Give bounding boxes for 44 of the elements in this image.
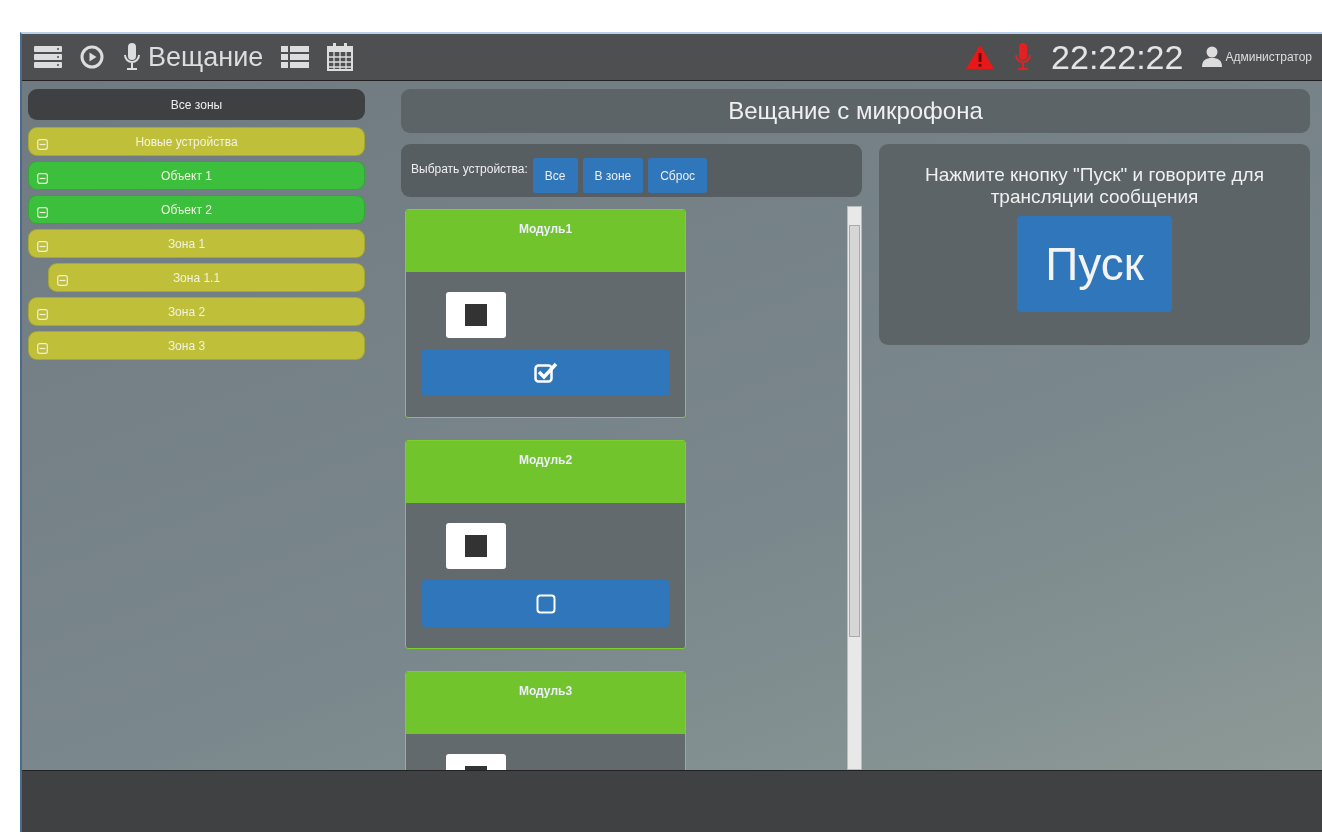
- select-toggle[interactable]: [422, 580, 669, 627]
- stop-button[interactable]: [446, 292, 506, 338]
- list-icon[interactable]: [281, 45, 310, 69]
- collapse-icon: [37, 207, 48, 218]
- stop-button[interactable]: [446, 523, 506, 569]
- zone-item[interactable]: Зона 1: [28, 229, 365, 258]
- play-icon[interactable]: [80, 45, 104, 69]
- select-button[interactable]: Сброс: [648, 158, 708, 193]
- zone-item[interactable]: Объект 1: [28, 161, 365, 190]
- all-zones-button[interactable]: Все зоны: [28, 89, 365, 120]
- zone-item[interactable]: Зона 1.1: [48, 263, 365, 292]
- warning-icon[interactable]: [965, 44, 996, 70]
- user-icon: [1201, 46, 1224, 68]
- collapse-icon: [37, 241, 48, 252]
- zone-item[interactable]: Новые устройства: [28, 127, 365, 156]
- zone-item[interactable]: Зона 3: [28, 331, 365, 360]
- checkbox-icon: [535, 593, 556, 614]
- module-title: Модуль1: [518, 222, 573, 236]
- collapse-icon: [37, 173, 48, 184]
- select-toggle[interactable]: [422, 349, 669, 396]
- module-title: Модуль2: [518, 453, 573, 467]
- zone-item[interactable]: Зона 2: [28, 297, 365, 326]
- scrollbar[interactable]: [847, 206, 862, 770]
- microphone-icon: [122, 42, 142, 72]
- collapse-icon: [57, 275, 68, 286]
- page-title: Вещание: [148, 41, 264, 73]
- clock: 22:22:22: [1051, 37, 1184, 77]
- collapse-icon: [37, 139, 48, 150]
- calendar-icon[interactable]: [327, 43, 354, 71]
- checked-icon: [533, 361, 558, 384]
- collapse-icon: [37, 309, 48, 320]
- start-button[interactable]: Пуск: [1017, 215, 1172, 312]
- collapse-icon: [37, 343, 48, 354]
- stop-icon: [465, 535, 487, 557]
- module-title: Модуль3: [518, 684, 573, 698]
- user-name[interactable]: Администратор: [1225, 50, 1312, 64]
- stop-icon: [465, 304, 487, 326]
- server-icon[interactable]: [34, 45, 62, 69]
- select-button[interactable]: Все: [532, 158, 578, 193]
- select-button[interactable]: В зоне: [582, 158, 644, 193]
- zone-item[interactable]: Объект 2: [28, 195, 365, 224]
- select-label: Выбрать устройства:: [411, 162, 528, 176]
- panel-title: Вещание с микрофона: [401, 89, 1310, 133]
- broadcast-hint: Нажмите кнопку "Пуск" и говорите для трансляции сообщения: [924, 164, 1265, 208]
